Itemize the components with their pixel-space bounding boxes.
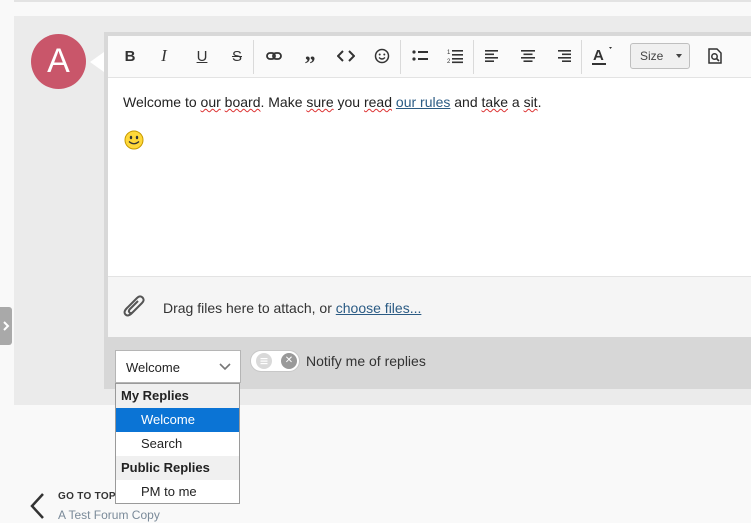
text-segment: . bbox=[537, 94, 542, 110]
dropdown-option[interactable]: PM to me bbox=[116, 480, 239, 504]
preview-icon[interactable] bbox=[703, 45, 727, 67]
spellcheck-word: our bbox=[200, 94, 221, 110]
smiley-emoji bbox=[124, 130, 144, 153]
text-segment: Welcome to bbox=[123, 94, 201, 110]
code-icon[interactable] bbox=[334, 45, 358, 67]
chevron-right-icon bbox=[3, 321, 10, 331]
avatar-pointer bbox=[90, 52, 104, 72]
svg-text:A: A bbox=[593, 47, 604, 64]
top-divider bbox=[14, 0, 751, 2]
attach-text: Drag files here to attach, or bbox=[163, 300, 336, 316]
forum-name[interactable]: A Test Forum Copy bbox=[58, 508, 160, 522]
spellcheck-word: sure bbox=[306, 94, 334, 110]
spellcheck-word: sit bbox=[523, 94, 538, 110]
link-icon[interactable] bbox=[262, 45, 286, 67]
chevron-down-icon bbox=[218, 359, 232, 376]
select-value: Welcome bbox=[126, 360, 180, 375]
text-segment: and bbox=[450, 94, 482, 110]
toolbar-separator bbox=[581, 40, 582, 74]
text-segment: . Make bbox=[260, 94, 307, 110]
quote-icon[interactable]: ” bbox=[298, 45, 322, 76]
toggle-handle-icon bbox=[256, 353, 272, 369]
sidebar-toggle-tab[interactable] bbox=[0, 307, 12, 345]
attach-instructions: Drag files here to attach, or choose fil… bbox=[163, 300, 421, 316]
bulleted-list-icon[interactable] bbox=[408, 45, 432, 67]
notify-label: Notify me of replies bbox=[306, 353, 426, 369]
close-icon: ✕ bbox=[281, 353, 297, 369]
strikethrough-icon[interactable]: S bbox=[225, 45, 249, 67]
choose-files-link[interactable]: choose files... bbox=[336, 300, 422, 316]
spellcheck-word: board bbox=[224, 94, 261, 110]
spellcheck-word: read bbox=[363, 94, 393, 110]
text-segment: you bbox=[333, 94, 364, 110]
editor: B I U S ” 12 A Size Welcome to our board… bbox=[104, 32, 751, 338]
toolbar-separator bbox=[253, 40, 254, 74]
chevron-left-icon[interactable] bbox=[28, 492, 46, 523]
dropdown-option[interactable]: Welcome bbox=[116, 408, 239, 432]
dropdown-group-label: My Replies bbox=[116, 384, 239, 408]
emoji-icon[interactable] bbox=[370, 45, 394, 67]
text-color-icon[interactable]: A bbox=[590, 45, 614, 67]
notify-toggle[interactable]: ✕ bbox=[250, 350, 300, 372]
font-size-button[interactable]: Size bbox=[630, 43, 690, 69]
spellcheck-word: take bbox=[481, 94, 508, 110]
italic-icon[interactable]: I bbox=[152, 45, 176, 67]
align-left-icon[interactable] bbox=[480, 45, 504, 67]
numbered-list-icon[interactable]: 12 bbox=[443, 45, 467, 67]
align-right-icon[interactable] bbox=[552, 45, 576, 67]
paperclip-icon bbox=[122, 293, 148, 324]
toolbar-separator bbox=[473, 40, 474, 74]
attachment-dropzone[interactable]: Drag files here to attach, or choose fil… bbox=[108, 276, 751, 338]
dropdown-option[interactable]: Search bbox=[116, 432, 239, 456]
font-size-label: Size bbox=[640, 49, 664, 63]
underline-icon[interactable]: U bbox=[190, 45, 214, 67]
editor-toolbar: B I U S ” 12 A Size bbox=[108, 36, 751, 78]
avatar: A bbox=[31, 34, 86, 89]
toolbar-separator bbox=[400, 40, 401, 74]
svg-text:2: 2 bbox=[447, 59, 451, 64]
editor-content[interactable]: Welcome to our board. Make sure you read… bbox=[123, 94, 541, 110]
bold-icon[interactable]: B bbox=[118, 45, 142, 67]
text-segment: a bbox=[507, 94, 524, 110]
reply-template-dropdown[interactable]: My Replies Welcome Search Public Replies… bbox=[115, 383, 240, 504]
go-to-top-link[interactable]: GO TO TOP bbox=[58, 491, 116, 502]
dropdown-group-label: Public Replies bbox=[116, 456, 239, 480]
rules-link[interactable]: our rules bbox=[396, 94, 450, 110]
align-center-icon[interactable] bbox=[516, 45, 540, 67]
caret-down-icon bbox=[676, 54, 682, 58]
svg-text:1: 1 bbox=[447, 50, 451, 56]
reply-template-select[interactable]: Welcome bbox=[115, 350, 241, 383]
